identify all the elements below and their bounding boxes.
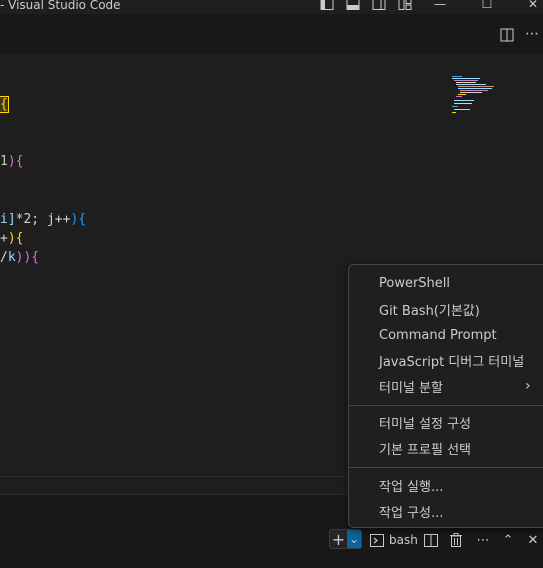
toggle-primary-sidebar-icon[interactable]	[319, 0, 335, 11]
code-line-5: /k)){	[0, 249, 39, 267]
menu-item-split-terminal[interactable]: 터미널 분할	[379, 375, 443, 397]
menu-item-configure-terminal[interactable]: 터미널 설정 구성	[379, 411, 471, 433]
window-title: - Visual Studio Code	[0, 0, 121, 12]
code-line-1: {	[0, 96, 9, 114]
code-token: /	[0, 250, 8, 265]
more-actions-icon[interactable]: ⋯	[475, 531, 491, 549]
editor-tab-bar: ⋯	[0, 14, 543, 54]
toggle-panel-icon[interactable]	[345, 0, 361, 11]
minimap[interactable]	[450, 76, 500, 124]
menu-item-powershell[interactable]: PowerShell	[379, 272, 450, 294]
menu-item-command-prompt[interactable]: Command Prompt	[379, 324, 497, 346]
code-number: 1	[0, 154, 8, 169]
close-panel-icon[interactable]: ✕	[525, 531, 541, 549]
code-token: +	[0, 231, 8, 246]
menu-separator	[349, 405, 543, 406]
code-bracket: ){	[7, 154, 24, 169]
minimize-icon[interactable]: —	[432, 0, 448, 11]
menu-item-configure-task[interactable]: 작업 구성...	[379, 500, 443, 522]
chevron-right-icon: ›	[525, 378, 531, 394]
code-token: k	[7, 250, 16, 265]
trash-icon[interactable]	[448, 531, 464, 549]
split-terminal-icon[interactable]	[423, 531, 439, 549]
terminal-icon[interactable]	[369, 531, 385, 549]
toggle-secondary-sidebar-icon[interactable]	[371, 0, 387, 11]
chevron-down-icon[interactable]: ⌄	[347, 530, 361, 548]
menu-item-select-default-profile[interactable]: 기본 프로필 선택	[379, 437, 471, 459]
code-bracket: ){	[7, 231, 24, 246]
menu-item-run-task[interactable]: 작업 실행...	[379, 474, 443, 496]
close-window-icon[interactable]: ✕	[525, 0, 541, 11]
code-token: i]	[0, 212, 16, 227]
code-bracket: {	[0, 96, 9, 113]
code-token: *2; j++	[15, 212, 71, 227]
title-bar: - Visual Studio Code — ☐ ✕	[0, 0, 543, 14]
code-line-2: 1){	[0, 153, 23, 171]
new-terminal-split-button[interactable]: + ⌄	[329, 529, 362, 549]
customize-layout-icon[interactable]	[397, 0, 413, 11]
terminal-profile-menu: PowerShell Git Bash(기본값) Command Prompt …	[348, 264, 543, 528]
code-line-3: i]*2; j++){	[0, 211, 86, 229]
split-editor-icon[interactable]	[500, 28, 514, 46]
terminal-name[interactable]: bash	[389, 531, 418, 549]
code-line-4: +){	[0, 230, 23, 248]
code-bracket: )){	[15, 250, 40, 265]
add-icon[interactable]: +	[330, 530, 347, 549]
menu-item-js-debug-terminal[interactable]: JavaScript 디버그 터미널	[379, 349, 524, 371]
menu-separator	[349, 467, 543, 468]
more-actions-icon[interactable]: ⋯	[525, 26, 539, 42]
maximize-panel-icon[interactable]: ⌃	[500, 531, 516, 549]
code-bracket: ){	[70, 212, 87, 227]
maximize-icon[interactable]: ☐	[479, 0, 495, 11]
menu-item-git-bash[interactable]: Git Bash(기본값)	[379, 298, 480, 320]
